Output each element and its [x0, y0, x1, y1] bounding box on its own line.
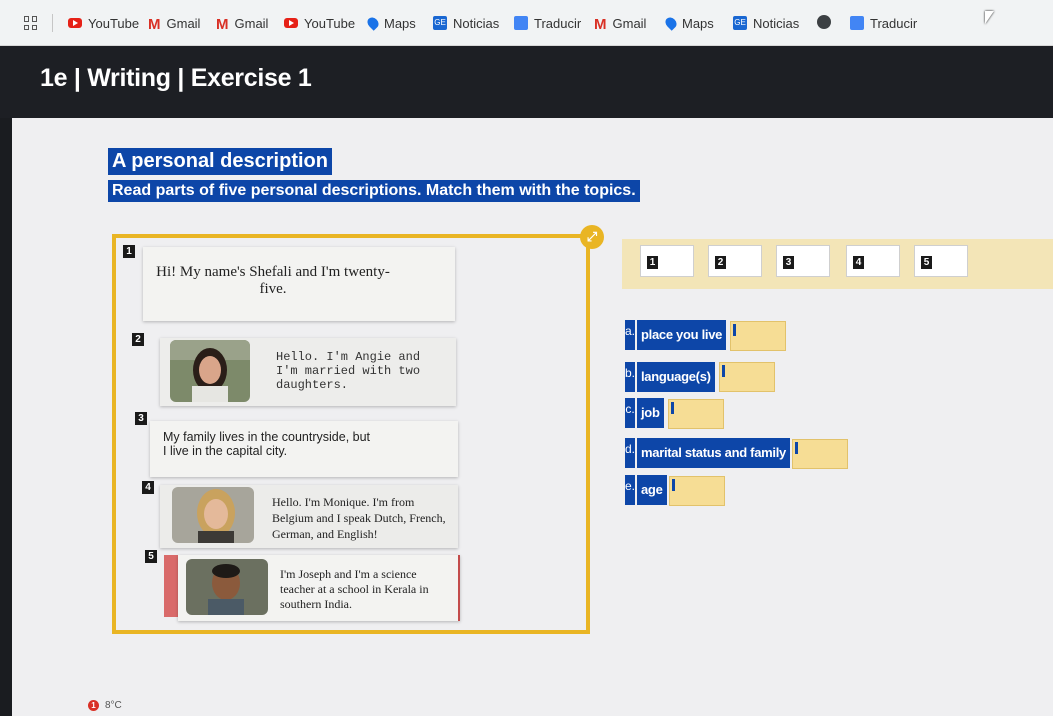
description-text: Hi! My name's Shefali and I'm twenty-fiv…	[156, 264, 390, 297]
answer-slot-1[interactable]: 1	[640, 245, 694, 277]
topic-letter: b.	[625, 362, 635, 392]
bookmark-label: Traducir	[534, 15, 582, 31]
description-number: 2	[132, 333, 144, 346]
description-text: Hello. I'm Monique. I'm from Belgium and…	[272, 495, 446, 541]
joseph-photo	[186, 559, 268, 615]
bookmark-label: Traducir	[870, 15, 918, 31]
drop-zone-e[interactable]	[669, 476, 725, 506]
description-number: 1	[123, 245, 135, 258]
drop-zone-a[interactable]	[730, 321, 786, 351]
bookmark-maps[interactable]: Maps	[365, 14, 416, 32]
gmail-icon: M	[216, 16, 229, 33]
taskbar-weather[interactable]: 1 8°C	[88, 700, 122, 711]
bookmark-noticias[interactable]: GE Noticias	[433, 14, 499, 32]
topic-label: marital status and family	[637, 438, 790, 468]
bookmark-maps[interactable]: Maps	[663, 14, 714, 32]
answer-slot-number: 1	[647, 256, 658, 269]
drop-zone-c[interactable]	[668, 399, 724, 429]
weather-temperature: 8°C	[105, 700, 122, 712]
topic-d[interactable]: d. marital status and family	[625, 438, 790, 468]
topic-label: age	[637, 475, 667, 505]
bookmark-youtube[interactable]: YouTube	[284, 14, 355, 32]
maps-icon	[365, 15, 381, 31]
topic-letter: e.	[625, 475, 635, 505]
exercise-heading: A personal description	[108, 148, 332, 175]
youtube-icon	[68, 18, 82, 28]
description-card-4: Hello. I'm Monique. I'm from Belgium and…	[160, 485, 458, 548]
drop-zone-b[interactable]	[719, 362, 775, 392]
answer-slot-number: 3	[783, 256, 794, 269]
bookmark-traducir[interactable]: Traducir	[514, 14, 581, 32]
topic-label: language(s)	[637, 362, 715, 392]
alert-icon: 1	[88, 700, 99, 711]
bookmark-label: Gmail	[612, 15, 647, 31]
news-icon: GE	[733, 16, 747, 30]
expand-icon[interactable]: ⤢	[580, 225, 604, 249]
topic-letter: a.	[625, 320, 635, 350]
topic-letter: d.	[625, 438, 635, 468]
description-accent-bar	[164, 555, 178, 617]
news-icon: GE	[433, 16, 447, 30]
answer-slot-5[interactable]: 5	[914, 245, 968, 277]
topic-label: job	[637, 398, 664, 428]
drop-zone-d[interactable]	[792, 439, 848, 469]
topic-a[interactable]: a. place you live	[625, 320, 727, 350]
description-card-3: My family lives in the countryside, but …	[150, 421, 458, 477]
bookmarks-separator	[52, 14, 53, 32]
exercise-instruction: Read parts of five personal descriptions…	[108, 180, 640, 202]
bookmark-label: YouTube	[304, 15, 356, 31]
monique-photo-image	[172, 487, 254, 543]
answer-slot-2[interactable]: 2	[708, 245, 762, 277]
description-number: 4	[142, 481, 154, 494]
bookmark-label: Maps	[682, 15, 714, 31]
bookmarks-bar: YouTube M Gmail M Gmail YouTube Maps GE Not…	[0, 0, 1053, 46]
translate-icon	[514, 16, 528, 30]
bookmark-gmail[interactable]: M Gmail	[216, 14, 269, 34]
page-title: 1e | Writing | Exercise 1	[40, 64, 312, 92]
angie-photo	[170, 340, 250, 402]
answer-slot-4[interactable]: 4	[846, 245, 900, 277]
translate-icon	[850, 16, 864, 30]
bookmark-label: Noticias	[753, 15, 800, 31]
description-text: Hello. I'm Angie and I'm married with tw…	[276, 350, 421, 392]
topic-c[interactable]: c. job	[625, 398, 664, 428]
bookmark-noticias[interactable]: GE Noticias	[733, 14, 799, 32]
gmail-icon: M	[148, 16, 161, 33]
description-number: 5	[145, 550, 157, 563]
bookmark-youtube[interactable]: YouTube	[68, 14, 139, 32]
bookmark-traducir[interactable]: Traducir	[850, 14, 917, 32]
maps-icon	[663, 15, 679, 31]
topic-letter: c.	[625, 398, 635, 428]
exercise-header: 1e | Writing | Exercise 1	[0, 46, 1053, 118]
answer-slot-3[interactable]: 3	[776, 245, 830, 277]
description-number: 3	[135, 412, 147, 425]
answer-slot-number: 4	[853, 256, 864, 269]
bookmark-label: YouTube	[88, 15, 140, 31]
globe-icon[interactable]	[817, 15, 831, 29]
bookmark-label: Maps	[384, 15, 416, 31]
apps-icon[interactable]	[24, 16, 38, 30]
bookmark-gmail[interactable]: M Gmail	[594, 14, 647, 34]
topic-e[interactable]: e. age	[625, 475, 667, 505]
gmail-icon: M	[594, 16, 607, 33]
youtube-icon	[284, 18, 298, 28]
bookmark-label: Gmail	[166, 15, 201, 31]
description-text: My family lives in the countryside, but …	[163, 430, 371, 458]
bookmark-label: Noticias	[453, 15, 500, 31]
topic-label: place you live	[637, 320, 727, 350]
description-text: I'm Joseph and I'm a science teacher at …	[280, 567, 429, 611]
monique-photo	[172, 487, 254, 543]
answer-slot-number: 2	[715, 256, 726, 269]
description-card-2: Hello. I'm Angie and I'm married with tw…	[160, 338, 456, 406]
description-card-1: Hi! My name's Shefali and I'm twenty-fiv…	[143, 247, 455, 321]
angie-photo-image	[170, 340, 250, 402]
bookmark-label: Gmail	[234, 15, 269, 31]
topic-b[interactable]: b. language(s)	[625, 362, 715, 392]
description-card-5: I'm Joseph and I'm a science teacher at …	[178, 555, 460, 621]
answer-slot-number: 5	[921, 256, 932, 269]
mouse-cursor-icon	[985, 11, 994, 24]
bookmark-gmail[interactable]: M Gmail	[148, 14, 201, 34]
joseph-photo-image	[186, 559, 268, 615]
